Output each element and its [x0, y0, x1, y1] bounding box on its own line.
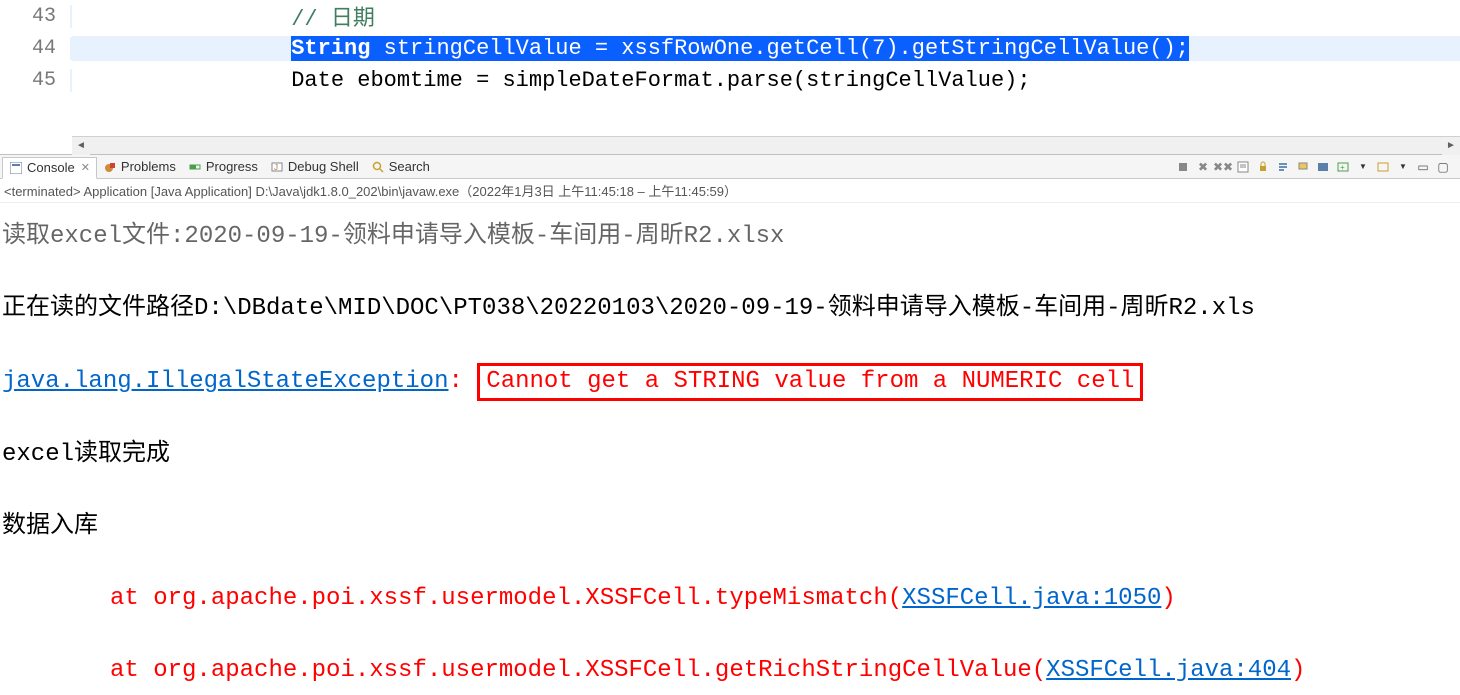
maximize-icon[interactable]: ▢ — [1434, 158, 1452, 176]
console-line: 正在读的文件路径D:\DBdate\MID\DOC\PT038\20220103… — [2, 291, 1458, 327]
svg-text:+: + — [1340, 163, 1345, 172]
open-console-icon[interactable]: + — [1334, 158, 1352, 176]
tab-problems[interactable]: Problems — [97, 156, 182, 178]
scroll-right-icon[interactable]: ► — [1442, 137, 1460, 155]
code-line-current[interactable]: 44 String stringCellValue = xssfRowOne.g… — [0, 32, 1460, 64]
remove-all-icon[interactable]: ✖✖ — [1214, 158, 1232, 176]
display-selected-icon[interactable] — [1314, 158, 1332, 176]
dropdown-icon[interactable]: ▼ — [1354, 158, 1372, 176]
tab-label: Debug Shell — [288, 159, 359, 174]
pin-console-icon[interactable] — [1294, 158, 1312, 176]
tab-label: Console — [27, 160, 75, 175]
problems-icon — [103, 160, 117, 174]
code-editor[interactable]: 43 // 日期 44 String stringCellValue = xss… — [0, 0, 1460, 155]
console-toolbar: ✖ ✖✖ + ▼ ▼ ▭ ▢ — [1174, 158, 1458, 176]
line-number: 44 — [0, 37, 72, 60]
console-line: excel读取完成 — [2, 437, 1458, 473]
stack-frame: at org.apache.poi.xssf.usermodel.XSSFCel… — [2, 653, 1458, 689]
panel-tabbar: Console ✕ Problems Progress J Debug Shel… — [0, 155, 1460, 179]
exception-class-link[interactable]: java.lang.IllegalStateException — [2, 368, 448, 395]
horizontal-scrollbar[interactable]: ◄ ► — [72, 136, 1460, 154]
stack-frame: at org.apache.poi.xssf.usermodel.XSSFCel… — [2, 581, 1458, 617]
source-link[interactable]: XSSFCell.java:404 — [1046, 657, 1291, 684]
terminate-icon[interactable] — [1174, 158, 1192, 176]
tab-console[interactable]: Console ✕ — [2, 157, 97, 179]
svg-text:J: J — [274, 163, 278, 172]
tab-search[interactable]: Search — [365, 156, 436, 178]
code-line[interactable]: 43 // 日期 — [0, 0, 1460, 32]
minimize-icon[interactable]: ▭ — [1414, 158, 1432, 176]
tab-label: Problems — [121, 159, 176, 174]
new-console-icon[interactable] — [1374, 158, 1392, 176]
line-number: 45 — [0, 69, 72, 92]
source-link[interactable]: XSSFCell.java:1050 — [902, 585, 1161, 612]
debug-shell-icon: J — [270, 160, 284, 174]
tab-label: Progress — [206, 159, 258, 174]
tab-debug-shell[interactable]: J Debug Shell — [264, 156, 365, 178]
scroll-lock-icon[interactable] — [1254, 158, 1272, 176]
search-icon — [371, 160, 385, 174]
console-icon — [9, 161, 23, 175]
clear-console-icon[interactable] — [1234, 158, 1252, 176]
console-exception-line: java.lang.IllegalStateException: Cannot … — [2, 363, 1458, 401]
console-line: 数据入库 — [2, 509, 1458, 545]
remove-launch-icon[interactable]: ✖ — [1194, 158, 1212, 176]
launch-status: <terminated> Application [Java Applicati… — [0, 179, 1460, 203]
progress-icon — [188, 160, 202, 174]
tab-progress[interactable]: Progress — [182, 156, 264, 178]
code-comment: // 日期 — [291, 7, 375, 32]
close-icon[interactable]: ✕ — [81, 161, 90, 174]
code-line[interactable]: 45 Date ebomtime = simpleDateFormat.pars… — [0, 64, 1460, 96]
tab-label: Search — [389, 159, 430, 174]
scroll-left-icon[interactable]: ◄ — [72, 137, 90, 155]
highlight-box: Cannot get a STRING value from a NUMERIC… — [477, 363, 1143, 401]
console-output[interactable]: 读取excel文件:2020-09-19-领料申请导入模板-车间用-周昕R2.x… — [0, 203, 1460, 695]
word-wrap-icon[interactable] — [1274, 158, 1292, 176]
code-selection[interactable]: String stringCellValue = xssfRowOne.getC… — [291, 36, 1189, 61]
dropdown-icon[interactable]: ▼ — [1394, 158, 1412, 176]
console-line: 读取excel文件:2020-09-19-领料申请导入模板-车间用-周昕R2.x… — [2, 219, 1458, 255]
line-number: 43 — [0, 5, 72, 28]
